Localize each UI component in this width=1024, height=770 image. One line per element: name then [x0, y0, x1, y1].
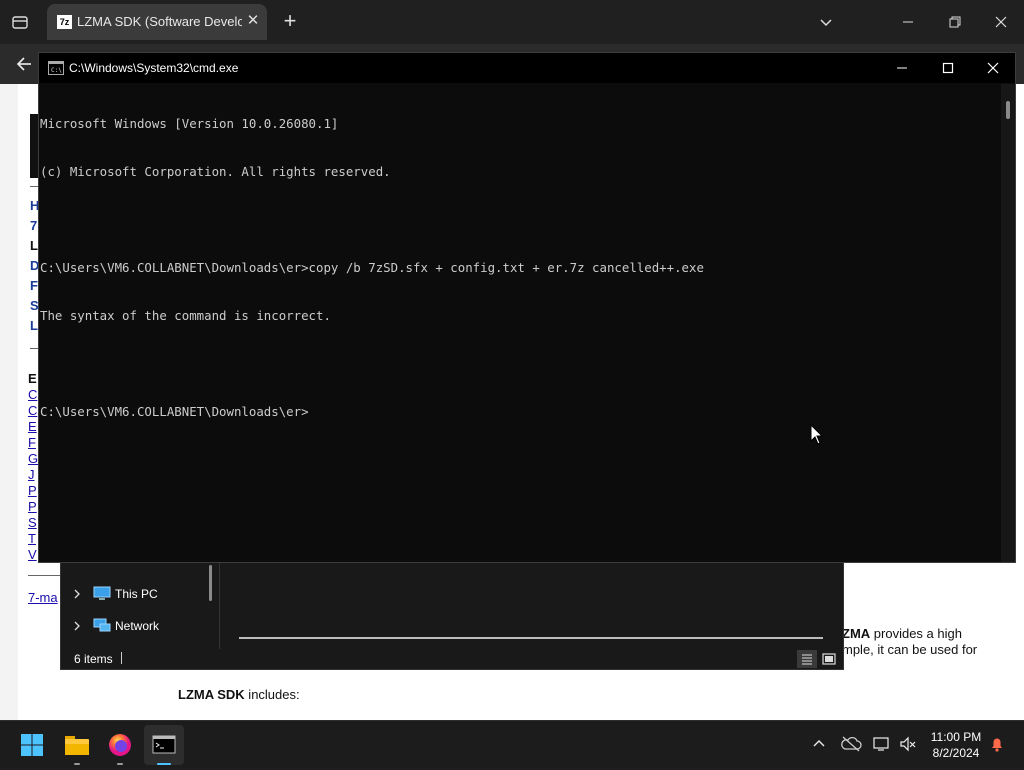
sidebar-section-heading: E — [28, 371, 37, 386]
item-count: 6 items — [74, 652, 113, 666]
mouse-cursor-icon — [810, 423, 824, 446]
taskbar-file-explorer[interactable] — [57, 725, 97, 765]
show-hidden-icons-chevron-icon[interactable] — [810, 735, 828, 753]
new-tab-icon[interactable]: + — [280, 10, 300, 32]
browser-minimize-icon[interactable] — [898, 12, 918, 32]
windows-taskbar: 11:00 PM 8/2/2024 — [0, 720, 1024, 768]
browser-close-icon[interactable] — [991, 12, 1011, 32]
nav-item-label: This PC — [115, 587, 158, 601]
nav-pane-scrollbar[interactable] — [209, 565, 212, 601]
taskbar-firefox[interactable] — [100, 725, 140, 765]
volume-muted-icon[interactable] — [898, 735, 918, 753]
explorer-nav-pane: This PC Network — [61, 561, 213, 649]
file-explorer-icon — [65, 736, 89, 755]
tab-list-chevron-icon[interactable] — [816, 12, 836, 32]
console-line: Microsoft Windows [Version 10.0.26080.1] — [40, 116, 339, 131]
clock-time: 11:00 PM — [930, 730, 982, 744]
expand-chevron-icon[interactable] — [71, 619, 83, 633]
notification-bell-icon[interactable] — [988, 735, 1006, 753]
cmd-scrollbar[interactable] — [1001, 84, 1015, 562]
includes-line: LZMA SDK includes: — [178, 687, 300, 702]
console-line: The syntax of the command is incorrect. — [40, 308, 331, 323]
footer-link[interactable]: 7-ma — [28, 590, 58, 605]
svg-text:C:\: C:\ — [51, 67, 62, 74]
cmd-minimize-button[interactable] — [879, 53, 925, 83]
body-text-line: mple, it can be used for — [842, 642, 978, 657]
firefox-icon — [109, 734, 131, 756]
network-icon — [93, 618, 111, 634]
tiles-view-icon[interactable] — [819, 650, 839, 668]
tab-title: LZMA SDK (Software Developm — [77, 14, 242, 29]
cmd-close-button[interactable] — [970, 53, 1016, 83]
nav-item-this-pc[interactable]: This PC — [69, 583, 209, 607]
pane-divider — [219, 561, 220, 649]
nav-item-label: Network — [115, 619, 160, 633]
body-text-line: ZMA provides a high — [842, 626, 962, 641]
browser-restore-icon[interactable] — [945, 12, 965, 32]
clock-date: 8/2/2024 — [932, 746, 980, 760]
active-indicator — [157, 763, 171, 765]
console-line: C:\Users\VM6.COLLABNET\Downloads\er>copy… — [40, 260, 704, 275]
status-separator — [121, 652, 122, 664]
body-text: provides a high — [870, 626, 962, 641]
cmd-title-bar[interactable]: C:\ C:\Windows\System32\cmd.exe — [39, 53, 1015, 83]
cmd-scrollbar-thumb[interactable] — [1006, 101, 1010, 119]
console-line: (c) Microsoft Corporation. All rights re… — [40, 164, 391, 179]
network-status-icon[interactable] — [872, 735, 892, 753]
divider — [28, 575, 60, 576]
cmd-console-output[interactable]: Microsoft Windows [Version 10.0.26080.1]… — [40, 84, 1000, 562]
running-indicator — [74, 763, 80, 765]
command-prompt-window[interactable]: C:\ C:\Windows\System32\cmd.exe Microsof… — [38, 52, 1016, 563]
browser-tab-bar: 7z LZMA SDK (Software Developm ✕ + — [0, 0, 1024, 44]
file-explorer-window: This PC Network 6 items — [60, 560, 844, 670]
explorer-status-bar: 6 items — [61, 649, 843, 669]
horizontal-scrollbar[interactable] — [239, 637, 823, 639]
expand-chevron-icon[interactable] — [71, 587, 83, 601]
console-prompt-line: C:\Users\VM6.COLLABNET\Downloads\er> — [40, 404, 309, 419]
running-indicator — [117, 763, 123, 765]
nav-item-network[interactable]: Network — [69, 615, 209, 639]
details-view-icon[interactable] — [797, 650, 817, 668]
back-arrow-icon[interactable] — [14, 54, 34, 74]
clock[interactable]: 11:00 PM 8/2/2024 — [924, 729, 988, 763]
tab-actions-icon[interactable] — [10, 12, 30, 32]
minimize-icon — [897, 67, 907, 69]
terminal-icon — [152, 735, 176, 754]
cmd-maximize-button[interactable] — [925, 53, 971, 83]
onedrive-offline-icon[interactable] — [840, 735, 862, 753]
includes-bold: LZMA SDK — [178, 687, 245, 702]
computer-icon — [93, 586, 111, 602]
cmd-window-title: C:\Windows\System32\cmd.exe — [69, 61, 239, 75]
tab-close-icon[interactable]: ✕ — [245, 13, 261, 29]
body-bold-term: ZMA — [842, 626, 871, 641]
start-button[interactable] — [12, 725, 52, 765]
maximize-icon — [942, 62, 954, 74]
site-favicon: 7z — [57, 15, 72, 29]
start-icon — [21, 734, 43, 756]
cmd-app-icon: C:\ — [48, 61, 64, 75]
browser-tab-active[interactable]: 7z LZMA SDK (Software Developm ✕ — [47, 4, 267, 40]
taskbar-command-prompt[interactable] — [144, 725, 184, 765]
close-icon — [987, 62, 999, 74]
includes-text: includes: — [244, 687, 300, 702]
